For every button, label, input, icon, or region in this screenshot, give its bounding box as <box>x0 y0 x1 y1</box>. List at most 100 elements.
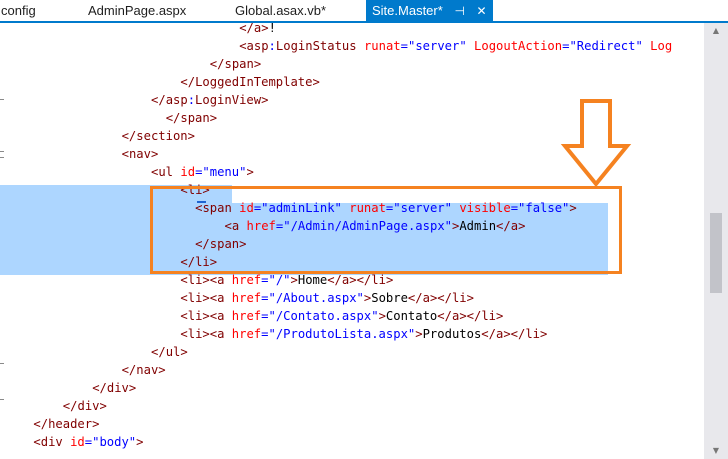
code-token: "server" <box>407 39 467 53</box>
scroll-up-icon[interactable]: ▲ <box>704 23 728 39</box>
code-token: id <box>70 435 85 449</box>
code-token: ></ <box>429 291 452 305</box>
code-token: > <box>99 399 107 413</box>
code-token: > <box>150 147 159 161</box>
code-line: <li><a href="/Contato.aspx">Contato</a><… <box>180 307 503 325</box>
code-token: Log <box>650 39 673 53</box>
code-token: "/ProdutoLista.aspx" <box>268 327 416 341</box>
code-token: Home <box>297 273 328 287</box>
code-line: </section> <box>122 127 195 145</box>
code-token: > <box>136 435 144 449</box>
code-token: < <box>180 309 188 323</box>
tab-config[interactable]: config <box>1 0 36 21</box>
code-token: asp <box>165 93 188 107</box>
code-token: </ <box>239 23 254 35</box>
code-token: >< <box>202 327 218 341</box>
code-token: = <box>400 39 408 53</box>
code-token: > <box>466 291 474 305</box>
code-token: li <box>187 291 203 305</box>
scrollbar-thumb[interactable] <box>710 213 722 293</box>
code-token: li <box>187 273 203 287</box>
code-token: = <box>261 309 269 323</box>
code-token: = <box>261 327 269 341</box>
code-token: href <box>231 309 262 323</box>
code-token: LoginView <box>195 93 262 107</box>
code-token: : <box>187 93 196 107</box>
code-token: "/About.aspx" <box>268 291 364 305</box>
code-token: >< <box>202 273 218 287</box>
code-token: asp <box>246 39 269 53</box>
code-token: < <box>180 291 188 305</box>
code-token: < <box>33 435 41 449</box>
code-token: Sobre <box>371 291 408 305</box>
code-token: > <box>496 309 504 323</box>
code-token: > <box>246 165 254 179</box>
code-token: ! <box>268 23 276 35</box>
close-tab-icon[interactable]: ✕ <box>477 1 487 22</box>
code-token: span <box>180 111 210 125</box>
code-token: > <box>385 273 394 287</box>
code-line: <ul id="menu"> <box>151 163 254 181</box>
code-line: <li><a href="/ProdutoLista.aspx">Produto… <box>180 325 547 343</box>
code-token: > <box>187 129 195 143</box>
code-token: >< <box>202 309 218 323</box>
code-token: < <box>121 147 129 161</box>
tab-label: Global.asax.vb* <box>235 3 327 18</box>
code-token: </ <box>121 129 137 143</box>
code-line: </a>! <box>239 23 276 37</box>
code-line: <div id="body"> <box>33 433 143 451</box>
code-token: </ <box>165 111 181 125</box>
vertical-scrollbar[interactable]: ▲ ▼ <box>704 23 728 459</box>
code-token: </ <box>437 309 452 323</box>
code-token: </ <box>151 345 166 359</box>
code-token: </ <box>407 291 423 305</box>
code-token: </ <box>62 399 78 413</box>
code-line: <asp:LoginStatus runat="server" LogoutAc… <box>239 37 672 55</box>
code-token: > <box>128 381 137 395</box>
code-token: li <box>525 327 541 341</box>
code-line: </LoggedInTemplate> <box>180 73 319 91</box>
code-token: </ <box>209 57 225 71</box>
tab-label: AdminPage.aspx <box>88 3 187 18</box>
code-line: </span> <box>210 55 261 73</box>
code-token: div <box>77 399 100 413</box>
code-token: > <box>209 111 218 125</box>
scroll-down-icon[interactable]: ▼ <box>704 443 728 459</box>
tab-global-asax-vb[interactable]: Global.asax.vb* <box>235 0 326 21</box>
code-token: ></ <box>349 273 372 287</box>
code-token: : <box>268 39 276 53</box>
code-token: nav <box>128 147 151 161</box>
code-token: > <box>158 363 166 377</box>
code-token: nav <box>136 363 159 377</box>
code-line: </ul> <box>151 343 188 361</box>
code-token: > <box>312 75 320 89</box>
code-token: > <box>290 273 298 287</box>
code-token: > <box>261 93 269 107</box>
code-token: "/" <box>268 273 291 287</box>
code-token: ul <box>158 165 174 179</box>
code-token: </ <box>121 363 137 377</box>
code-line: </header> <box>33 415 99 433</box>
code-token: > <box>415 327 423 341</box>
code-line: </asp:LoginView> <box>151 91 268 109</box>
document-tab-bar: config AdminPage.aspx Global.asax.vb* Si… <box>0 0 728 23</box>
code-token: < <box>180 327 188 341</box>
pin-tab-icon[interactable]: ⊣ <box>454 1 464 22</box>
code-token: li <box>481 309 497 323</box>
code-token: </ <box>92 381 107 395</box>
code-token: li <box>371 273 386 287</box>
code-token: </ <box>180 75 196 89</box>
tab-site-master[interactable]: Site.Master* ⊣ ✕ <box>366 0 493 21</box>
tab-adminpage-aspx[interactable]: AdminPage.aspx <box>88 0 186 21</box>
code-token: > <box>378 309 386 323</box>
code-token: >< <box>202 291 218 305</box>
code-token: Contato <box>385 309 438 323</box>
code-token: ></ <box>459 309 482 323</box>
